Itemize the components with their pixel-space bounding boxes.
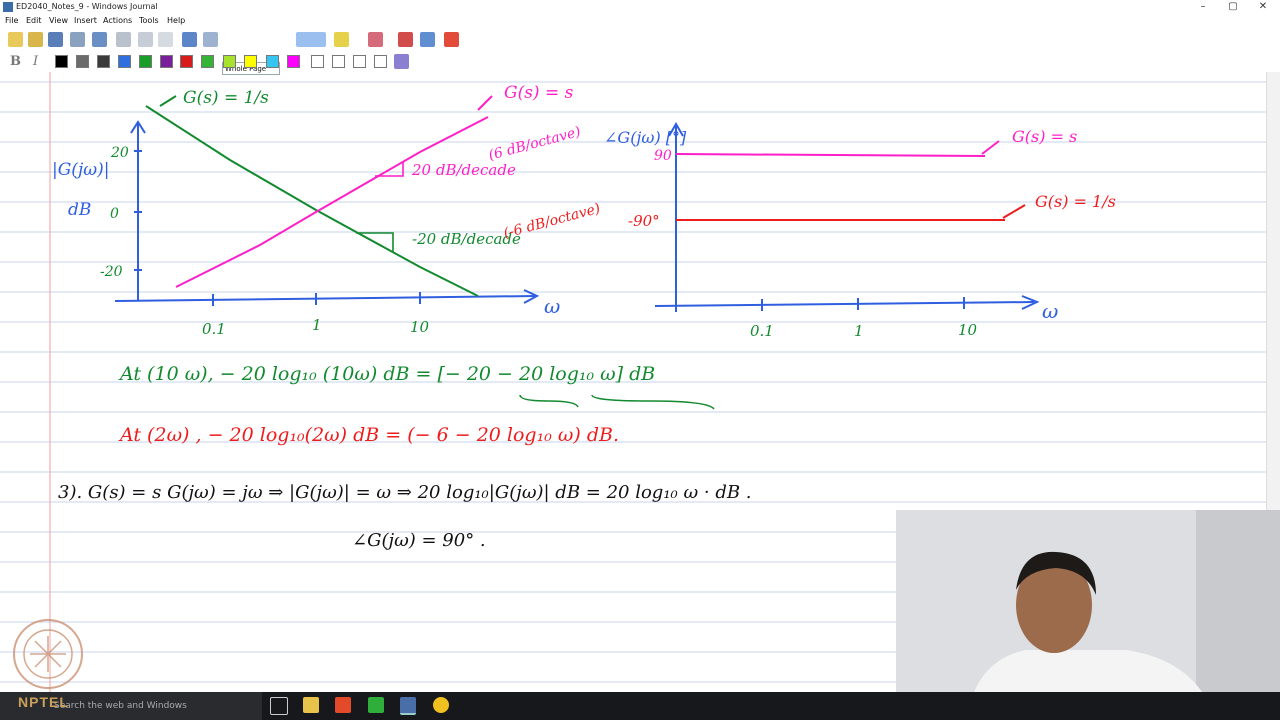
find-icon[interactable] <box>92 32 107 47</box>
bold-button[interactable]: B <box>10 54 21 69</box>
new-note-icon[interactable] <box>8 32 23 47</box>
color-swatch[interactable] <box>139 55 152 68</box>
color-swatch[interactable] <box>76 55 89 68</box>
pen-tool-icon[interactable] <box>296 32 326 47</box>
phase-ytick-label-90: 90 <box>654 148 672 164</box>
phase-s-line <box>675 153 986 157</box>
menu-file[interactable]: File <box>5 16 18 25</box>
mag-xtick-label-10: 10 <box>410 318 430 336</box>
phase-x-axis <box>654 301 1035 307</box>
color-swatch[interactable] <box>244 55 257 68</box>
undo-icon[interactable] <box>182 32 197 47</box>
redo-icon[interactable] <box>203 32 218 47</box>
color-swatch[interactable] <box>97 55 110 68</box>
note-line-1: At (10 ω), − 20 log₁₀ (10ω) dB = [− 20 −… <box>118 363 655 385</box>
phase-s-arrow <box>981 140 1000 155</box>
journal-app-icon <box>3 2 13 12</box>
journal-taskbar-icon[interactable] <box>400 697 416 715</box>
flag-icon[interactable] <box>444 32 459 47</box>
note-line-4: ∠G(jω) = 90° . <box>352 530 486 551</box>
insert-space-icon[interactable] <box>420 32 435 47</box>
presenter-video <box>896 510 1280 720</box>
menu-view[interactable]: View <box>49 16 68 25</box>
note-line-3: 3). G(s) = s G(jω) = jω ⇒ |G(jω)| = ω ⇒ … <box>58 482 752 503</box>
task-view-icon[interactable] <box>270 697 288 715</box>
menu-edit[interactable]: Edit <box>26 16 42 25</box>
phase-xlabel: ω <box>1042 299 1058 323</box>
nptel-brand: NPTEL <box>18 694 69 710</box>
nptel-logo <box>13 619 83 689</box>
note-line-2: At (2ω) , − 20 log₁₀(2ω) dB = (− 6 − 20 … <box>118 424 619 446</box>
close-button[interactable]: ✕ <box>1248 0 1278 14</box>
mag-xlabel: ω <box>544 294 560 318</box>
color-swatch[interactable] <box>266 55 279 68</box>
menu-actions[interactable]: Actions <box>103 16 132 25</box>
color-swatch[interactable] <box>180 55 193 68</box>
pos-slope-label: 20 dB/decade <box>411 161 516 179</box>
mag-x-axis <box>114 295 536 302</box>
phase-xtick-label-0.1: 0.1 <box>750 322 774 340</box>
neg-slope-octave-label: (-6 dB/octave) <box>502 201 602 242</box>
minimize-button[interactable]: – <box>1188 0 1218 14</box>
phase-inv-s-arrow <box>1002 204 1026 219</box>
title-bar: ED2040_Notes_9 - Windows Journal – ▢ ✕ <box>0 0 1280 14</box>
color-swatch[interactable] <box>332 55 345 68</box>
color-swatch[interactable] <box>287 55 300 68</box>
color-swatch[interactable] <box>353 55 366 68</box>
color-picker-icon[interactable] <box>394 54 409 69</box>
menu-help[interactable]: Help <box>167 16 185 25</box>
open-icon[interactable] <box>28 32 43 47</box>
menu-tools[interactable]: Tools <box>139 16 159 25</box>
menu-bar: File Edit View Insert Actions Tools Help <box>0 14 1280 28</box>
italic-button[interactable]: I <box>33 54 38 69</box>
mag-xtick-label-1: 1 <box>312 316 322 334</box>
mag-ytick-label-0: 0 <box>110 206 119 222</box>
color-swatch[interactable] <box>201 55 214 68</box>
lasso-select-icon[interactable] <box>398 32 413 47</box>
differentiator-label: G(s) = s <box>504 83 574 103</box>
color-swatch[interactable] <box>311 55 324 68</box>
file-explorer-icon[interactable] <box>303 697 319 713</box>
magnitude-plot: |G(jω)| dB 20 0 -20 0.1 1 10 ω G(s) = 1/… <box>52 83 602 338</box>
phase-ytick-label-minus90: -90° <box>628 212 660 230</box>
phase-xtick-label-10: 10 <box>958 321 978 339</box>
color-swatch[interactable] <box>374 55 387 68</box>
mag-xtick-label-0.1: 0.1 <box>202 320 226 338</box>
integrator-label-arrow <box>159 95 177 107</box>
highlighter-icon[interactable] <box>334 32 349 47</box>
cut-icon[interactable] <box>116 32 131 47</box>
app-red-icon[interactable] <box>335 697 351 713</box>
print-icon[interactable] <box>70 32 85 47</box>
mag-ytick-label-minus20: -20 <box>100 264 123 280</box>
differentiator-label-arrow <box>477 95 493 111</box>
underbraces <box>519 394 715 410</box>
eraser-icon[interactable] <box>368 32 383 47</box>
phase-ylabel: ∠G(jω) [°] <box>604 128 687 147</box>
color-swatch[interactable] <box>118 55 131 68</box>
mag-ylabel-unit: dB <box>68 200 91 220</box>
app-green-icon[interactable] <box>368 697 384 713</box>
phase-xtick-label-1: 1 <box>854 322 864 340</box>
taskbar-search-text: Search the web and Windows <box>54 701 187 711</box>
mag-ytick-label-20: 20 <box>110 145 129 161</box>
paste-icon[interactable] <box>158 32 173 47</box>
copy-icon[interactable] <box>138 32 153 47</box>
color-swatch[interactable] <box>160 55 173 68</box>
window-title: ED2040_Notes_9 - Windows Journal <box>16 2 158 11</box>
mag-ylabel: |G(jω)| <box>52 160 109 180</box>
color-swatch[interactable] <box>223 55 236 68</box>
pos-slope-octave-label: (6 dB/octave) <box>487 124 583 164</box>
standard-toolbar: Whole Page <box>0 29 1280 75</box>
menu-insert[interactable]: Insert <box>74 16 97 25</box>
phase-inv-s-label: G(s) = 1/s <box>1035 192 1116 211</box>
integrator-label: G(s) = 1/s <box>183 88 269 108</box>
color-swatch[interactable] <box>55 55 68 68</box>
chrome-icon[interactable] <box>433 697 449 713</box>
phase-s-label: G(s) = s <box>1012 127 1077 146</box>
integrator-magnitude-line <box>145 105 479 297</box>
maximize-button[interactable]: ▢ <box>1218 0 1248 14</box>
save-icon[interactable] <box>48 32 63 47</box>
